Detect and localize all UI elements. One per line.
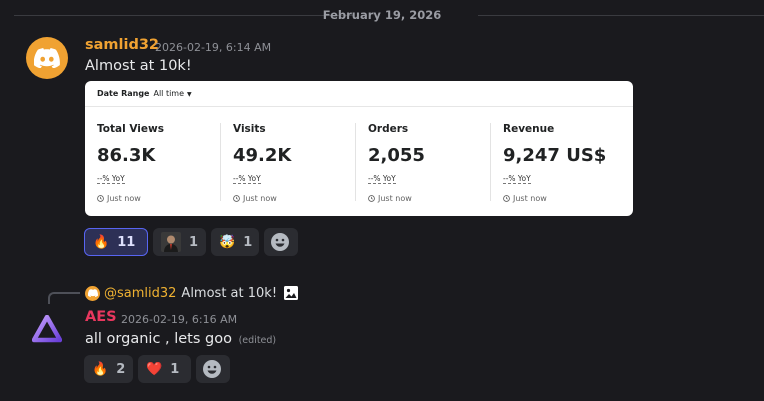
stat-updated: Just now [368,194,493,203]
message-text: Almost at 10k! [85,58,192,74]
date-range-label: Date Range [97,89,150,98]
stat-yoy: --% YoY [368,174,396,184]
stat-label: Orders [368,123,409,135]
edited-label: (edited) [238,335,277,346]
stat-value: 9,247 US$ [503,145,607,166]
discord-logo-icon [34,48,60,68]
analytics-embed-image[interactable]: Date Range All time ▼ Total Views 86.3K --… [85,81,633,216]
stat-yoy: --% YoY [233,174,261,184]
avatar[interactable] [26,37,68,79]
date-divider: February 19, 2026 [0,0,764,30]
reaction-exploding-head[interactable]: 🤯 1 [211,228,259,256]
reaction-portrait[interactable]: 1 [153,228,206,256]
reaction-fire[interactable]: 🔥 2 [84,355,133,383]
add-reaction-smile-icon [203,360,221,378]
reply-connector [48,292,80,304]
portrait-emoji-icon [161,232,181,252]
reply-mention[interactable]: @samlid32 [104,286,176,301]
message-body: all organic , lets goo [85,331,232,347]
stat-value: 86.3K [97,145,156,166]
stat-updated: Just now [233,194,358,203]
clock-icon [233,195,240,202]
stat-label: Total Views [97,123,164,135]
stat-card-visits: Visits 49.2K --% YoY Just now [233,123,358,203]
timestamp: 2026-02-19, 6:14 AM [155,41,272,54]
reaction-count: 2 [116,361,126,377]
stat-label: Revenue [503,123,555,135]
reply-text: Almost at 10k! [181,285,278,301]
stat-value: 2,055 [368,145,425,166]
stat-separator [220,123,221,201]
heart-emoji-icon: ❤️ [146,361,163,377]
exploding-head-emoji-icon: 🤯 [219,234,236,250]
stat-value: 49.2K [233,145,292,166]
stat-yoy: --% YoY [97,174,125,184]
stat-separator [355,123,356,201]
embed-divider [85,106,633,107]
date-range-value: All time [153,89,185,98]
reaction-count: 1 [170,361,180,377]
image-icon [284,286,299,300]
stat-yoy: --% YoY [503,174,531,184]
add-reaction-smile-icon [271,233,289,251]
stat-label: Visits [233,123,266,135]
divider-line-right [478,15,764,16]
stat-updated: Just now [97,194,222,203]
clock-icon [503,195,510,202]
fire-emoji-icon: 🔥 [92,361,109,377]
avatar[interactable] [26,308,68,350]
fire-emoji-icon: 🔥 [93,234,110,250]
reaction-count: 1 [188,234,198,250]
caret-down-icon: ▼ [187,91,192,98]
message-text: all organic , lets goo (edited) [85,331,276,347]
stat-updated: Just now [503,194,628,203]
add-reaction-button[interactable] [264,228,298,256]
username[interactable]: samlid32 [85,37,159,53]
date-range: Date Range All time ▼ [97,89,192,98]
stat-card-total-views: Total Views 86.3K --% YoY Just now [97,123,222,203]
stat-separator [490,123,491,201]
reaction-fire[interactable]: 🔥 11 [84,228,148,256]
reaction-heart[interactable]: ❤️ 1 [138,355,191,383]
reply-avatar [85,285,100,301]
username[interactable]: AES [85,309,117,325]
clock-icon [97,195,104,202]
reply-preview[interactable]: @samlid32 Almost at 10k! [85,284,299,302]
triangle-logo-icon [32,315,62,343]
stat-card-revenue: Revenue 9,247 US$ --% YoY Just now [503,123,628,203]
add-reaction-button[interactable] [196,355,230,383]
stat-card-orders: Orders 2,055 --% YoY Just now [368,123,493,203]
reaction-count: 1 [243,234,253,250]
discord-logo-icon [87,289,98,297]
timestamp: 2026-02-19, 6:16 AM [121,313,238,326]
reaction-count: 11 [117,234,136,250]
clock-icon [368,195,375,202]
